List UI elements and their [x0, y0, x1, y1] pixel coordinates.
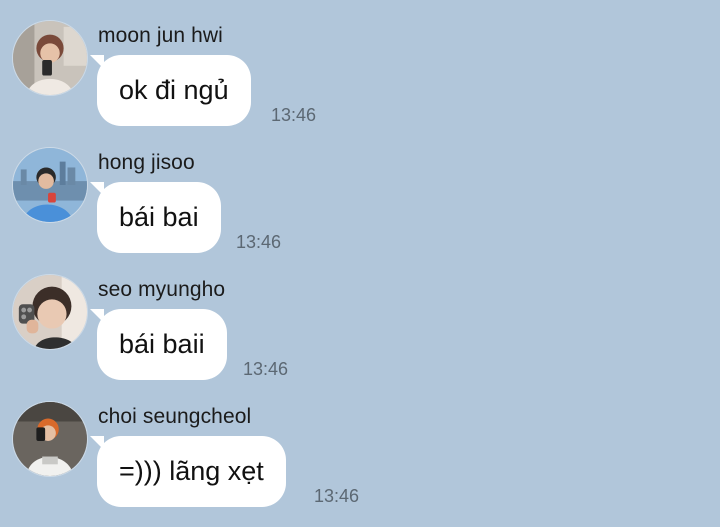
sender-name: seo myungho — [98, 278, 226, 301]
sender-name: moon jun hwi — [98, 24, 223, 47]
user-avatar-icon — [13, 21, 87, 95]
message-timestamp: 13:46 — [271, 105, 317, 125]
sender-name: hong jisoo — [98, 151, 195, 174]
user-avatar-icon — [13, 275, 87, 349]
chat-message: hong jisoo bái bai 13:46 — [0, 127, 720, 254]
avatar[interactable] — [12, 147, 88, 223]
avatar[interactable] — [12, 20, 88, 96]
message-timestamp: 13:46 — [236, 232, 282, 252]
chat-message-list[interactable]: moon jun hwi ok đi ngủ 13:46 hong jisoo … — [0, 0, 720, 527]
message-bubble[interactable]: ok đi ngủ — [90, 55, 251, 126]
chat-message: seo myungho bái baii 13:46 — [0, 254, 720, 381]
message-bubble[interactable]: bái bai — [90, 182, 221, 253]
chat-message: moon jun hwi ok đi ngủ 13:46 — [0, 0, 720, 127]
avatar[interactable] — [12, 274, 88, 350]
message-bubble[interactable]: bái baii — [90, 309, 227, 380]
user-avatar-icon — [13, 402, 87, 476]
user-avatar-icon — [13, 148, 87, 222]
sender-name: choi seungcheol — [98, 405, 252, 428]
message-timestamp: 13:46 — [243, 359, 289, 379]
chat-message: choi seungcheol =))) lãng xẹt 13:46 — [0, 381, 720, 508]
avatar[interactable] — [12, 401, 88, 477]
message-bubble[interactable]: =))) lãng xẹt — [90, 436, 286, 507]
message-timestamp: 13:46 — [314, 486, 360, 506]
